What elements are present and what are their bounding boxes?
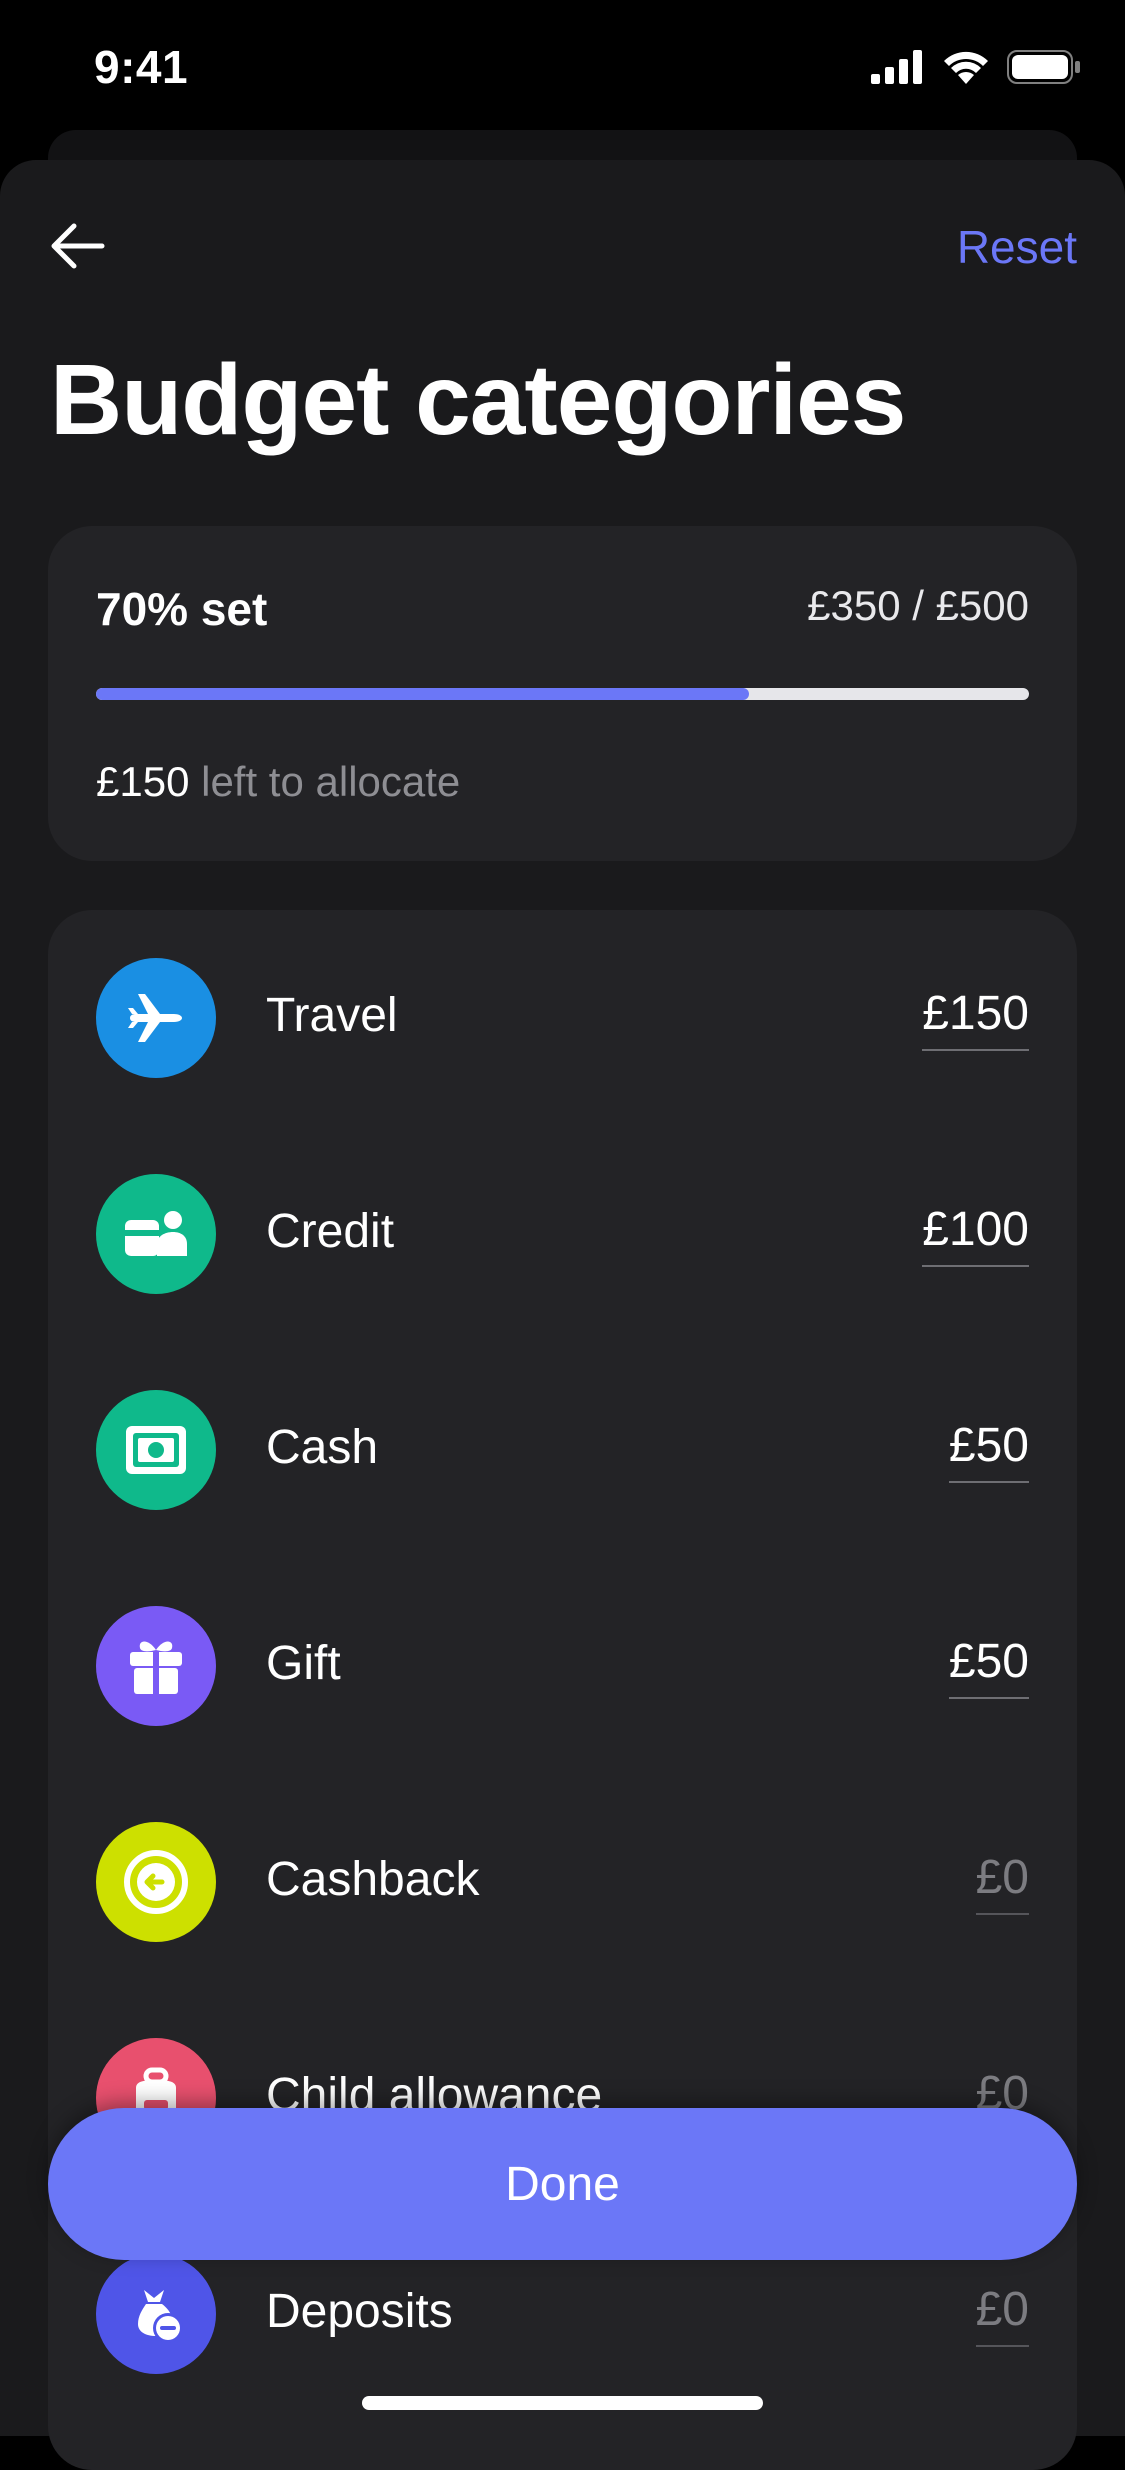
category-row-cashback[interactable]: Cashback £0 [48, 1774, 1077, 1990]
budget-progress-bar [96, 688, 1029, 700]
credit-icon [96, 1174, 216, 1294]
category-amount[interactable]: £100 [922, 1202, 1029, 1267]
gift-icon [96, 1606, 216, 1726]
category-row-gift[interactable]: Gift £50 [48, 1558, 1077, 1774]
category-row-credit[interactable]: Credit £100 [48, 1126, 1077, 1342]
left-label: left to allocate [189, 758, 461, 805]
done-button[interactable]: Done [48, 2108, 1077, 2260]
budget-summary-card: 70% set £350 / £500 £150 left to allocat… [48, 526, 1077, 861]
category-amount[interactable]: £0 [975, 1850, 1029, 1915]
status-time: 9:41 [94, 41, 189, 93]
category-row-travel[interactable]: Travel £150 [48, 910, 1077, 1126]
reset-button[interactable]: Reset [957, 220, 1077, 274]
airplane-icon [96, 958, 216, 1078]
status-icons [871, 50, 1081, 84]
status-bar: 9:41 [0, 0, 1125, 135]
category-name: Cash [266, 1421, 379, 1474]
budget-progress-fill [96, 688, 750, 700]
category-name: Travel [266, 989, 398, 1042]
wifi-icon [944, 51, 988, 84]
left-amount: £150 [96, 758, 190, 805]
left-to-allocate: £150 left to allocate [96, 758, 460, 806]
category-name: Gift [266, 1637, 341, 1690]
page-title: Budget categories [50, 344, 906, 456]
cellular-signal-icon [871, 50, 922, 84]
category-row-cash[interactable]: Cash £50 [48, 1342, 1077, 1558]
category-amount[interactable]: £150 [922, 986, 1029, 1051]
category-amount[interactable]: £50 [948, 1418, 1029, 1483]
category-name: Cashback [266, 1853, 480, 1906]
back-button[interactable] [44, 212, 112, 280]
home-indicator[interactable] [362, 2396, 763, 2410]
budget-amounts: £350 / £500 [807, 582, 1029, 629]
cashback-icon [96, 1822, 216, 1942]
category-amount[interactable]: £0 [975, 2282, 1029, 2347]
category-amount[interactable]: £50 [948, 1634, 1029, 1699]
arrow-left-icon [51, 223, 105, 269]
battery-icon [1007, 50, 1080, 84]
deposits-icon [96, 2254, 216, 2374]
category-name: Deposits [266, 2285, 453, 2338]
percent-set-label: 70% set [96, 583, 268, 635]
banknote-icon [96, 1390, 216, 1510]
category-name: Credit [266, 1205, 395, 1258]
